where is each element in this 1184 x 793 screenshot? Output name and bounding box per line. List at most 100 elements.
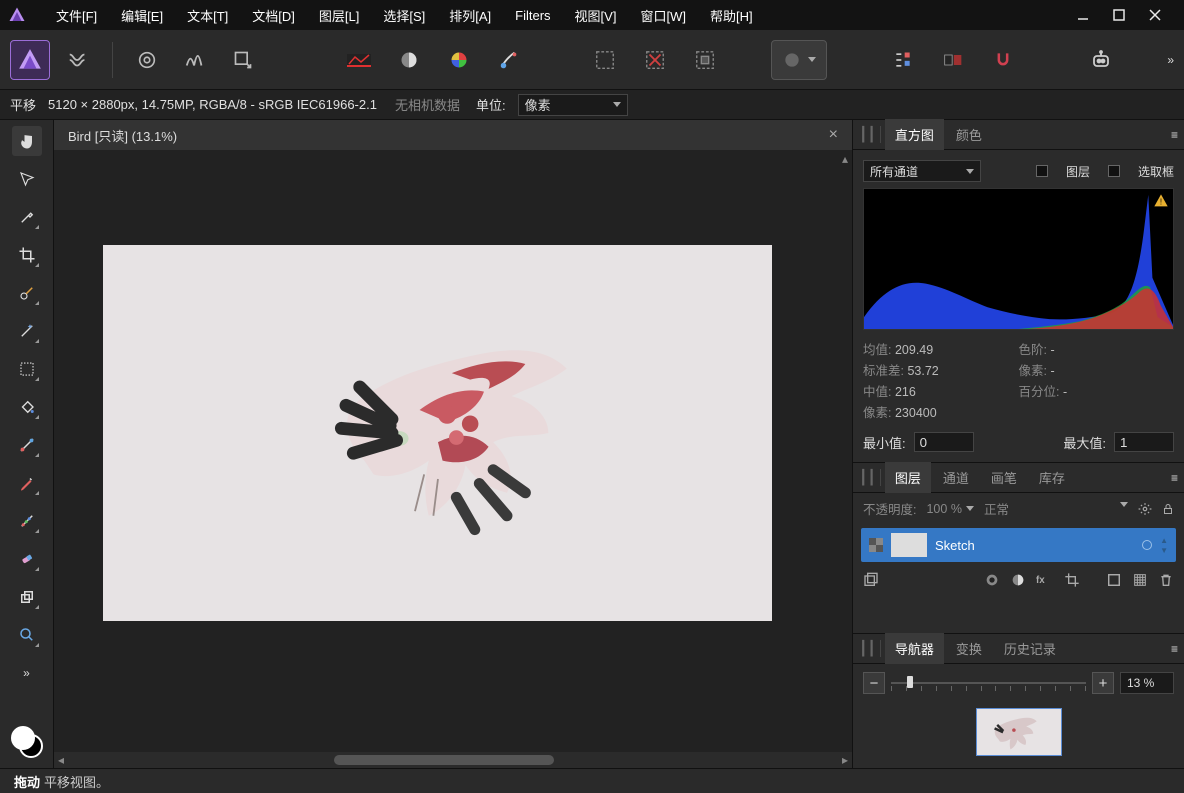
panel-menu-icon[interactable]: ≡ (1171, 128, 1178, 142)
layer-item-sketch[interactable]: Sketch ▲▼ (861, 528, 1176, 562)
crop-layer-icon[interactable] (1064, 572, 1080, 588)
quick-mask-button[interactable] (771, 40, 827, 80)
fx-icon[interactable]: fx (1036, 572, 1054, 586)
menu-document[interactable]: 文档[D] (240, 0, 307, 31)
navigator-thumbnail[interactable] (976, 708, 1062, 756)
panel-drag-handle-icon[interactable]: ┃┃ (859, 469, 881, 486)
menu-layer[interactable]: 图层[L] (307, 0, 371, 31)
menu-help[interactable]: 帮助[H] (698, 0, 765, 31)
window-minimize-button[interactable] (1076, 8, 1090, 22)
horizontal-scrollbar[interactable]: ◂ ▸ (54, 752, 852, 768)
canvas[interactable] (103, 245, 772, 621)
canvas-viewport[interactable]: ▴ (54, 150, 852, 752)
tab-navigator[interactable]: 导航器 (885, 633, 944, 664)
selection-invert-button[interactable] (685, 40, 725, 80)
add-layer-icon[interactable] (1106, 572, 1122, 588)
zoom-value-input[interactable]: 13 % (1120, 672, 1174, 694)
tool-clone[interactable] (12, 582, 42, 612)
selection-new-button[interactable] (585, 40, 625, 80)
layer-visibility-checkbox[interactable] (869, 538, 883, 552)
persona-photo-button[interactable] (10, 40, 50, 80)
cog-icon[interactable] (1138, 502, 1152, 516)
auto-levels-button[interactable] (127, 40, 167, 80)
tab-channels[interactable]: 通道 (933, 462, 979, 493)
color-swatches[interactable] (11, 726, 43, 758)
scroll-left-icon[interactable]: ◂ (54, 753, 68, 767)
blend-caret-icon[interactable] (1120, 502, 1128, 507)
add-pixel-layer-icon[interactable] (1132, 572, 1148, 588)
panel-menu-icon[interactable]: ≡ (1171, 642, 1178, 656)
min-input[interactable] (914, 432, 974, 452)
blend-mode-dropdown[interactable]: 正常 (984, 499, 1009, 518)
window-maximize-button[interactable] (1112, 8, 1126, 22)
selection-checkbox[interactable] (1108, 165, 1120, 177)
resize-button[interactable] (223, 40, 263, 80)
zoom-out-button[interactable]: − (863, 672, 885, 694)
tab-history[interactable]: 历史记录 (994, 633, 1066, 664)
menu-window[interactable]: 窗口[W] (628, 0, 698, 31)
panel-drag-handle-icon[interactable]: ┃┃ (859, 640, 881, 657)
adjustment-icon[interactable] (1010, 572, 1026, 588)
menu-edit[interactable]: 编辑[E] (109, 0, 175, 31)
panel-drag-handle-icon[interactable]: ┃┃ (859, 126, 881, 143)
tool-flood-fill[interactable] (12, 392, 42, 422)
panel-menu-icon[interactable]: ≡ (1171, 471, 1178, 485)
scroll-right-icon[interactable]: ▸ (838, 753, 852, 767)
snapping-button[interactable] (983, 40, 1023, 80)
menu-text[interactable]: 文本[T] (175, 0, 240, 31)
layer-reorder-icon[interactable]: ▲▼ (1160, 536, 1168, 555)
tool-magic-wand[interactable] (12, 316, 42, 346)
layer-blend-ranges-icon[interactable] (863, 572, 879, 588)
tool-move[interactable] (12, 164, 42, 194)
document-close-button[interactable]: × (829, 126, 838, 144)
tab-transform[interactable]: 变换 (946, 633, 992, 664)
tool-dodge[interactable] (12, 620, 42, 650)
insert-target-button[interactable] (933, 40, 973, 80)
document-tab-title[interactable]: Bird [只读] (13.1%) (68, 126, 177, 145)
auto-colors-button[interactable] (339, 40, 379, 80)
mask-icon[interactable] (984, 572, 1000, 588)
zoom-in-button[interactable]: + (1092, 672, 1114, 694)
selection-cancel-button[interactable] (635, 40, 675, 80)
menu-view[interactable]: 视图[V] (563, 0, 629, 31)
alignment-button[interactable] (883, 40, 923, 80)
auto-wb-button[interactable] (389, 40, 429, 80)
color-wheel-button[interactable] (439, 40, 479, 80)
tools-expand-button[interactable]: » (23, 666, 30, 680)
tool-selection-brush[interactable] (12, 278, 42, 308)
tool-erase[interactable] (12, 544, 42, 574)
delete-layer-icon[interactable] (1158, 572, 1174, 588)
assistant-button[interactable] (1081, 40, 1121, 80)
channel-dropdown[interactable]: 所有通道 (863, 160, 981, 182)
auto-contrast-button[interactable] (175, 40, 215, 80)
opacity-value[interactable]: 100 % (926, 502, 973, 516)
menu-arrange[interactable]: 排列[A] (437, 0, 503, 31)
layer-tag-icon[interactable] (1142, 540, 1152, 550)
tool-mixer-brush[interactable] (12, 506, 42, 536)
tab-histogram[interactable]: 直方图 (885, 119, 944, 150)
tab-layers[interactable]: 图层 (885, 462, 931, 493)
menu-select[interactable]: 选择[S] (371, 0, 437, 31)
tool-marquee[interactable] (12, 354, 42, 384)
layer-checkbox[interactable] (1036, 165, 1048, 177)
scrollbar-thumb[interactable] (334, 755, 554, 765)
window-close-button[interactable] (1148, 8, 1162, 22)
tool-hand[interactable] (12, 126, 42, 156)
unit-dropdown[interactable]: 像素 (518, 94, 628, 116)
lock-icon[interactable] (1162, 502, 1174, 516)
zoom-slider[interactable] (891, 672, 1086, 694)
tool-gradient[interactable] (12, 430, 42, 460)
tab-brushes[interactable]: 画笔 (981, 462, 1027, 493)
tool-paint-brush[interactable] (12, 468, 42, 498)
tool-color-picker[interactable] (12, 202, 42, 232)
tab-stock[interactable]: 库存 (1029, 462, 1075, 493)
max-input[interactable] (1114, 432, 1174, 452)
scroll-up-icon[interactable]: ▴ (842, 152, 848, 166)
tab-color[interactable]: 颜色 (946, 119, 992, 150)
brush-color-button[interactable] (489, 40, 529, 80)
persona-liquify-button[interactable] (58, 40, 98, 80)
menu-file[interactable]: 文件[F] (44, 0, 109, 31)
toolbar-more-icon[interactable]: » (1167, 53, 1174, 67)
menu-filters[interactable]: Filters (503, 2, 562, 29)
tool-crop[interactable] (12, 240, 42, 270)
